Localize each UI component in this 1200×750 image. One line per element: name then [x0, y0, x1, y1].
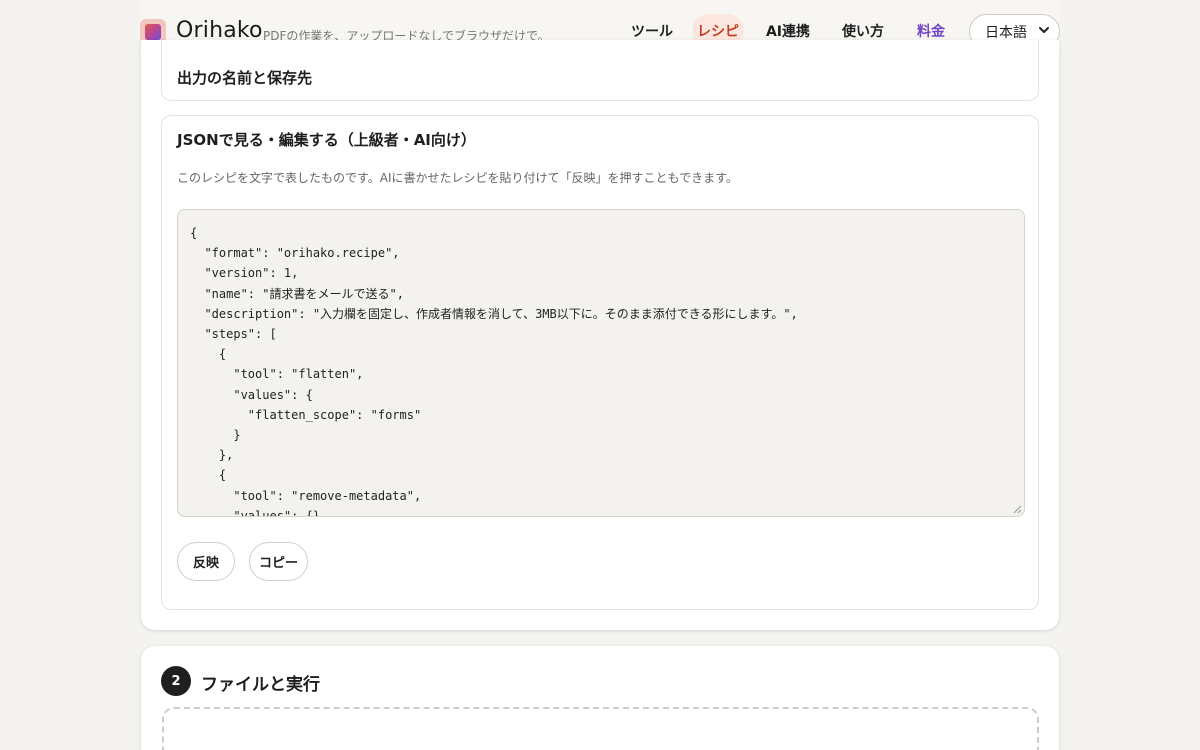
file-and-run-title: ファイルと実行 — [201, 675, 320, 695]
output-settings-section[interactable]: 出力の名前と保存先 — [161, 40, 1039, 101]
copy-button[interactable]: コピー — [249, 542, 308, 581]
json-editor-section: JSONで見る・編集する（上級者・AI向け） このレシピを文字で表したものです。… — [161, 115, 1039, 610]
json-editor-description: このレシピを文字で表したものです。AIに書かせたレシピを貼り付けて「反映」を押す… — [177, 171, 738, 185]
language-select-value: 日本語 — [985, 24, 1027, 41]
recipe-json-content: { "format": "orihako.recipe", "version":… — [190, 226, 798, 517]
resize-handle-icon[interactable] — [1013, 505, 1022, 514]
json-editor-title[interactable]: JSONで見る・編集する（上級者・AI向け） — [177, 129, 476, 150]
step-number-badge: 2 — [161, 666, 191, 696]
recipe-json-textarea[interactable]: { "format": "orihako.recipe", "version":… — [177, 209, 1025, 517]
file-and-run-card: 2 ファイルと実行 — [141, 646, 1059, 750]
output-settings-title[interactable]: 出力の名前と保存先 — [177, 67, 312, 88]
logo-mark — [145, 24, 161, 40]
file-dropzone[interactable] — [162, 707, 1039, 750]
apply-button[interactable]: 反映 — [177, 542, 235, 581]
chevron-down-icon — [1039, 27, 1049, 33]
